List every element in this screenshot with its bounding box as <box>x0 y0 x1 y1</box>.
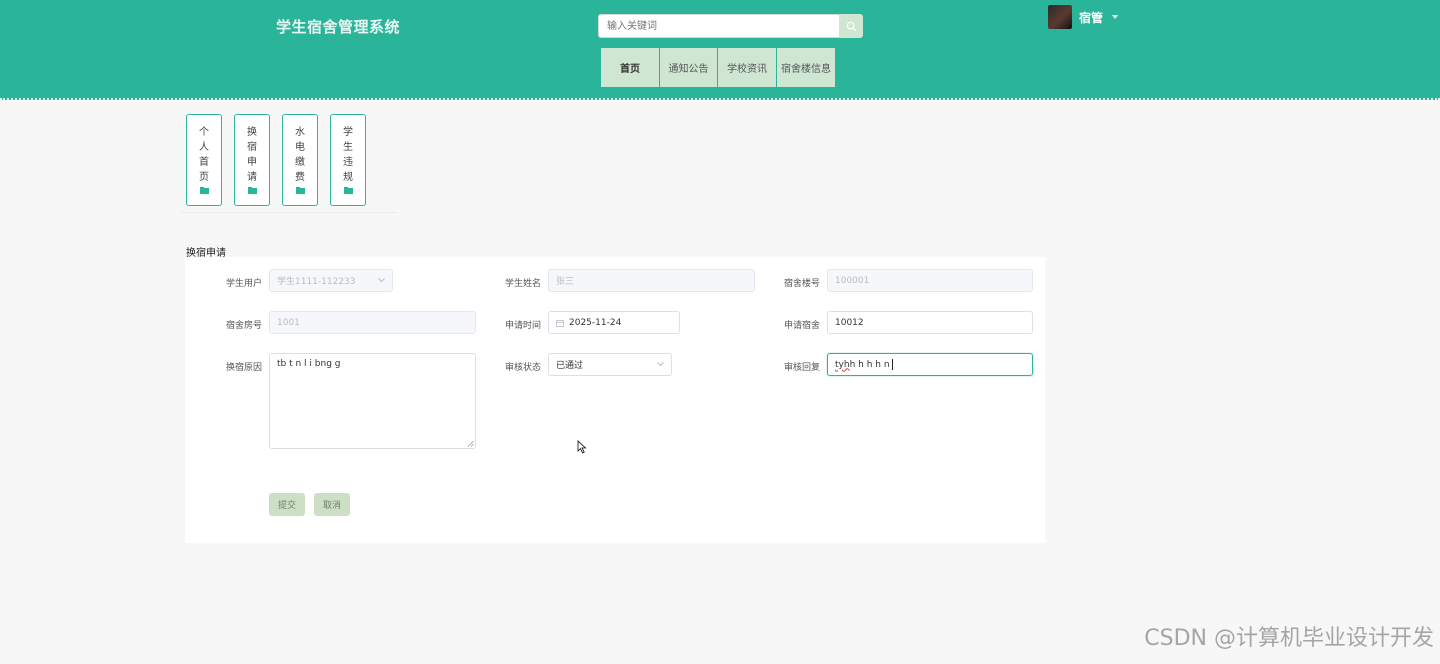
building-no-value: 100001 <box>835 275 870 286</box>
room-no-field: 1001 <box>269 311 476 334</box>
apply-room-label: 申请宿舍 <box>783 321 820 331</box>
audit-status-select[interactable]: 已通过 <box>548 353 672 376</box>
folder-icon <box>343 187 353 194</box>
reason-value: tb t n l i bng g <box>277 359 341 369</box>
search-button[interactable] <box>839 14 863 38</box>
top-header: 学生宿舍管理系统 宿管 首页 通知公告 学校资讯 宿舍楼信息 <box>0 0 1440 100</box>
change-room-form: 学生用户 学生1111-112233 学生姓名 张三 宿舍楼号 100001 宿… <box>185 257 1045 543</box>
text-cursor <box>891 359 893 370</box>
side-item-profile[interactable]: 个人首页 <box>186 114 222 206</box>
app-title: 学生宿舍管理系统 <box>276 18 401 36</box>
apply-time-picker[interactable]: 2025-11-24 <box>548 311 680 334</box>
watermark: CSDN @计算机毕业设计开发 <box>1144 626 1434 651</box>
building-no-field: 100001 <box>827 269 1033 292</box>
folder-icon <box>295 187 305 194</box>
student-user-value: 学生1111-112233 <box>277 277 356 287</box>
student-name-value: 张三 <box>556 277 575 287</box>
side-item-label: 学生违规 <box>343 127 353 183</box>
nav-item-news[interactable]: 学校资讯 <box>718 48 776 87</box>
side-item-label: 个人首页 <box>199 127 209 183</box>
submit-button[interactable]: 提交 <box>269 493 305 516</box>
search-input[interactable] <box>598 14 840 38</box>
cancel-button[interactable]: 取消 <box>314 493 350 516</box>
folder-icon <box>199 187 209 194</box>
search-icon <box>846 21 856 31</box>
audit-status-value: 已通过 <box>556 361 584 371</box>
student-user-label: 学生用户 <box>225 279 262 289</box>
reason-textarea[interactable]: tb t n l i bng g <box>269 353 476 449</box>
room-no-label: 宿舍房号 <box>225 321 262 331</box>
user-name: 宿管 <box>1079 10 1104 25</box>
audit-reply-label: 审核回复 <box>783 363 820 373</box>
side-item-utility-payment[interactable]: 水电缴费 <box>282 114 318 206</box>
room-no-value: 1001 <box>277 317 300 328</box>
user-menu[interactable]: 宿管 <box>1048 5 1119 29</box>
main-nav: 首页 通知公告 学校资讯 宿舍楼信息 <box>601 48 836 87</box>
audit-reply-field[interactable]: tyh h h h h n <box>827 353 1033 376</box>
nav-item-home[interactable]: 首页 <box>601 48 659 87</box>
chevron-down-icon <box>378 278 385 283</box>
side-item-label: 换宿申请 <box>247 127 257 183</box>
student-user-select: 学生1111-112233 <box>269 269 393 292</box>
side-item-violations[interactable]: 学生违规 <box>330 114 366 206</box>
side-item-label: 水电缴费 <box>295 127 305 183</box>
nav-item-notice[interactable]: 通知公告 <box>660 48 717 87</box>
folder-icon <box>247 187 257 194</box>
building-no-label: 宿舍楼号 <box>783 279 820 289</box>
chevron-down-icon <box>657 362 664 367</box>
caret-down-icon <box>1112 15 1119 19</box>
apply-time-value: 2025-11-24 <box>569 317 622 328</box>
nav-item-building[interactable]: 宿舍楼信息 <box>777 48 835 87</box>
reason-label: 换宿原因 <box>225 363 262 373</box>
student-name-field: 张三 <box>548 269 755 292</box>
apply-room-field[interactable]: 10012 <box>827 311 1033 334</box>
audit-reply-value-part1: tyh <box>835 359 850 370</box>
calendar-icon <box>556 319 564 327</box>
divider <box>180 212 398 213</box>
avatar <box>1048 5 1072 29</box>
apply-room-value: 10012 <box>835 317 864 328</box>
mouse-pointer-icon <box>577 440 587 454</box>
audit-status-label: 审核状态 <box>504 363 541 373</box>
audit-reply-value-part2: h h h h n <box>849 359 890 370</box>
side-menu: 个人首页 换宿申请 水电缴费 学生违规 <box>186 114 378 206</box>
student-name-label: 学生姓名 <box>504 279 541 289</box>
resize-handle-icon[interactable] <box>467 440 474 447</box>
side-item-change-room[interactable]: 换宿申请 <box>234 114 270 206</box>
apply-time-label: 申请时间 <box>504 321 541 331</box>
